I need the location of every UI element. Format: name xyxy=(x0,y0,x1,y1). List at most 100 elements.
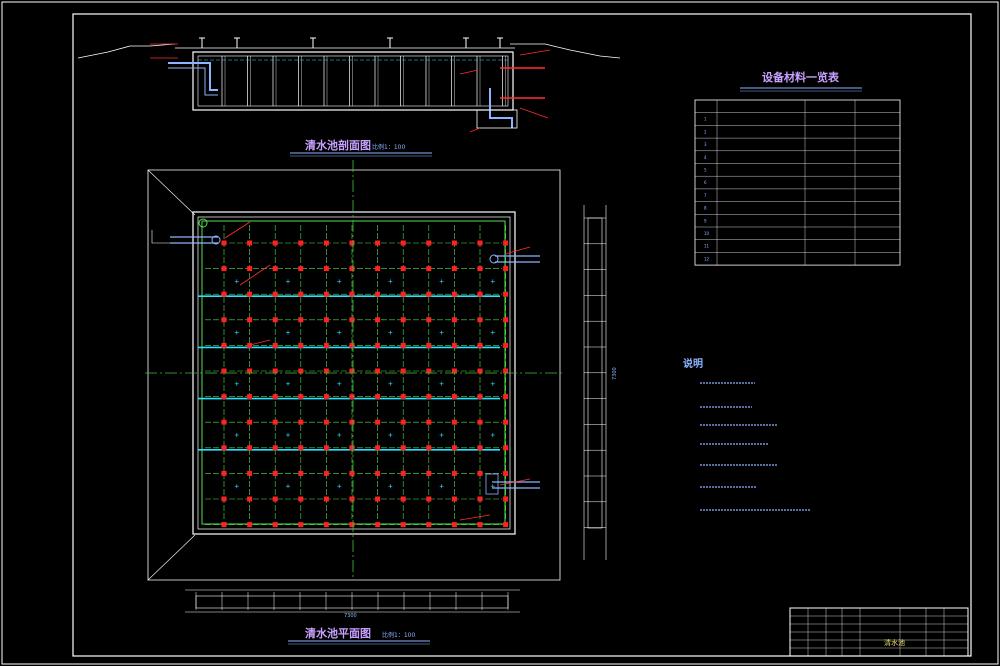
plan-columns xyxy=(221,240,509,528)
table-row-number: 12 xyxy=(704,256,710,261)
column xyxy=(247,522,253,528)
column xyxy=(375,394,381,400)
column xyxy=(477,240,483,246)
column xyxy=(349,419,355,425)
table-row-number: 1 xyxy=(704,117,707,122)
inlet-leader xyxy=(151,230,170,244)
column xyxy=(503,522,509,528)
section-scale: 比例1：100 xyxy=(372,143,405,151)
column xyxy=(349,496,355,502)
column xyxy=(503,470,509,476)
column xyxy=(477,317,483,323)
ground-line-right xyxy=(510,43,621,59)
column xyxy=(477,522,483,528)
excavation-outline xyxy=(147,169,561,581)
column xyxy=(349,317,355,323)
column xyxy=(503,419,509,425)
outlet-lower-box xyxy=(485,473,499,495)
column xyxy=(298,394,304,400)
column xyxy=(375,496,381,502)
column xyxy=(426,445,432,451)
section-view: 清水池剖面图 比例1：100 xyxy=(77,37,621,157)
column xyxy=(247,266,253,272)
title-block: 清水池 xyxy=(789,607,969,657)
table-row-number: 7 xyxy=(704,193,707,198)
column xyxy=(221,496,227,502)
column xyxy=(375,445,381,451)
column xyxy=(247,470,253,476)
plan-view: 7300 7300 清水池平面图 比例1：100 xyxy=(145,160,618,645)
column xyxy=(247,394,253,400)
column xyxy=(477,445,483,451)
column xyxy=(400,496,406,502)
column xyxy=(426,470,432,476)
column xyxy=(503,240,509,246)
dimension-right xyxy=(583,205,607,560)
notes-lines xyxy=(700,382,810,511)
table-row-number: 9 xyxy=(704,218,707,223)
column xyxy=(298,445,304,451)
column xyxy=(247,445,253,451)
column xyxy=(375,470,381,476)
column xyxy=(349,342,355,348)
dimension-bottom-label: 7300 xyxy=(344,613,357,619)
column xyxy=(451,470,457,476)
column xyxy=(272,291,278,297)
column xyxy=(503,266,509,272)
column xyxy=(451,445,457,451)
column xyxy=(477,419,483,425)
column xyxy=(298,317,304,323)
column xyxy=(323,394,329,400)
column xyxy=(272,496,278,502)
column xyxy=(323,419,329,425)
column xyxy=(503,317,509,323)
column xyxy=(426,342,432,348)
column xyxy=(221,445,227,451)
column xyxy=(221,266,227,272)
column xyxy=(375,317,381,323)
column xyxy=(477,470,483,476)
column xyxy=(349,394,355,400)
plan-crosses xyxy=(234,279,495,489)
table-row-number: 4 xyxy=(704,155,707,160)
column xyxy=(298,266,304,272)
column xyxy=(426,266,432,272)
table-row-number: 8 xyxy=(704,206,707,211)
column xyxy=(298,522,304,528)
column xyxy=(451,522,457,528)
corner-manhole xyxy=(198,218,208,228)
column xyxy=(323,317,329,323)
column xyxy=(272,266,278,272)
column xyxy=(298,240,304,246)
ground-line-left xyxy=(77,43,176,59)
notes-title: 说明 xyxy=(683,357,703,370)
table-row-number: 2 xyxy=(704,129,707,134)
plan-scale: 比例1：100 xyxy=(382,631,415,639)
column xyxy=(323,445,329,451)
table-row-number: 5 xyxy=(704,168,707,173)
column xyxy=(451,317,457,323)
column xyxy=(400,445,406,451)
column xyxy=(477,291,483,297)
column xyxy=(400,470,406,476)
column xyxy=(323,522,329,528)
table-row-number: 10 xyxy=(704,231,710,236)
column xyxy=(247,496,253,502)
column xyxy=(323,496,329,502)
column xyxy=(503,445,509,451)
column xyxy=(323,342,329,348)
cad-drawing: 清水池剖面图 比例1：100 7300 7300 清水池平面图 比例1：100 … xyxy=(1,1,999,665)
column xyxy=(298,291,304,297)
column xyxy=(272,419,278,425)
column xyxy=(477,266,483,272)
notes-block: 说明 xyxy=(683,357,810,511)
sheet-border xyxy=(1,1,999,665)
column xyxy=(503,394,509,400)
column xyxy=(477,394,483,400)
column xyxy=(323,470,329,476)
column xyxy=(477,496,483,502)
section-title: 清水池剖面图 xyxy=(305,138,371,152)
column xyxy=(451,419,457,425)
column xyxy=(221,470,227,476)
column xyxy=(400,394,406,400)
